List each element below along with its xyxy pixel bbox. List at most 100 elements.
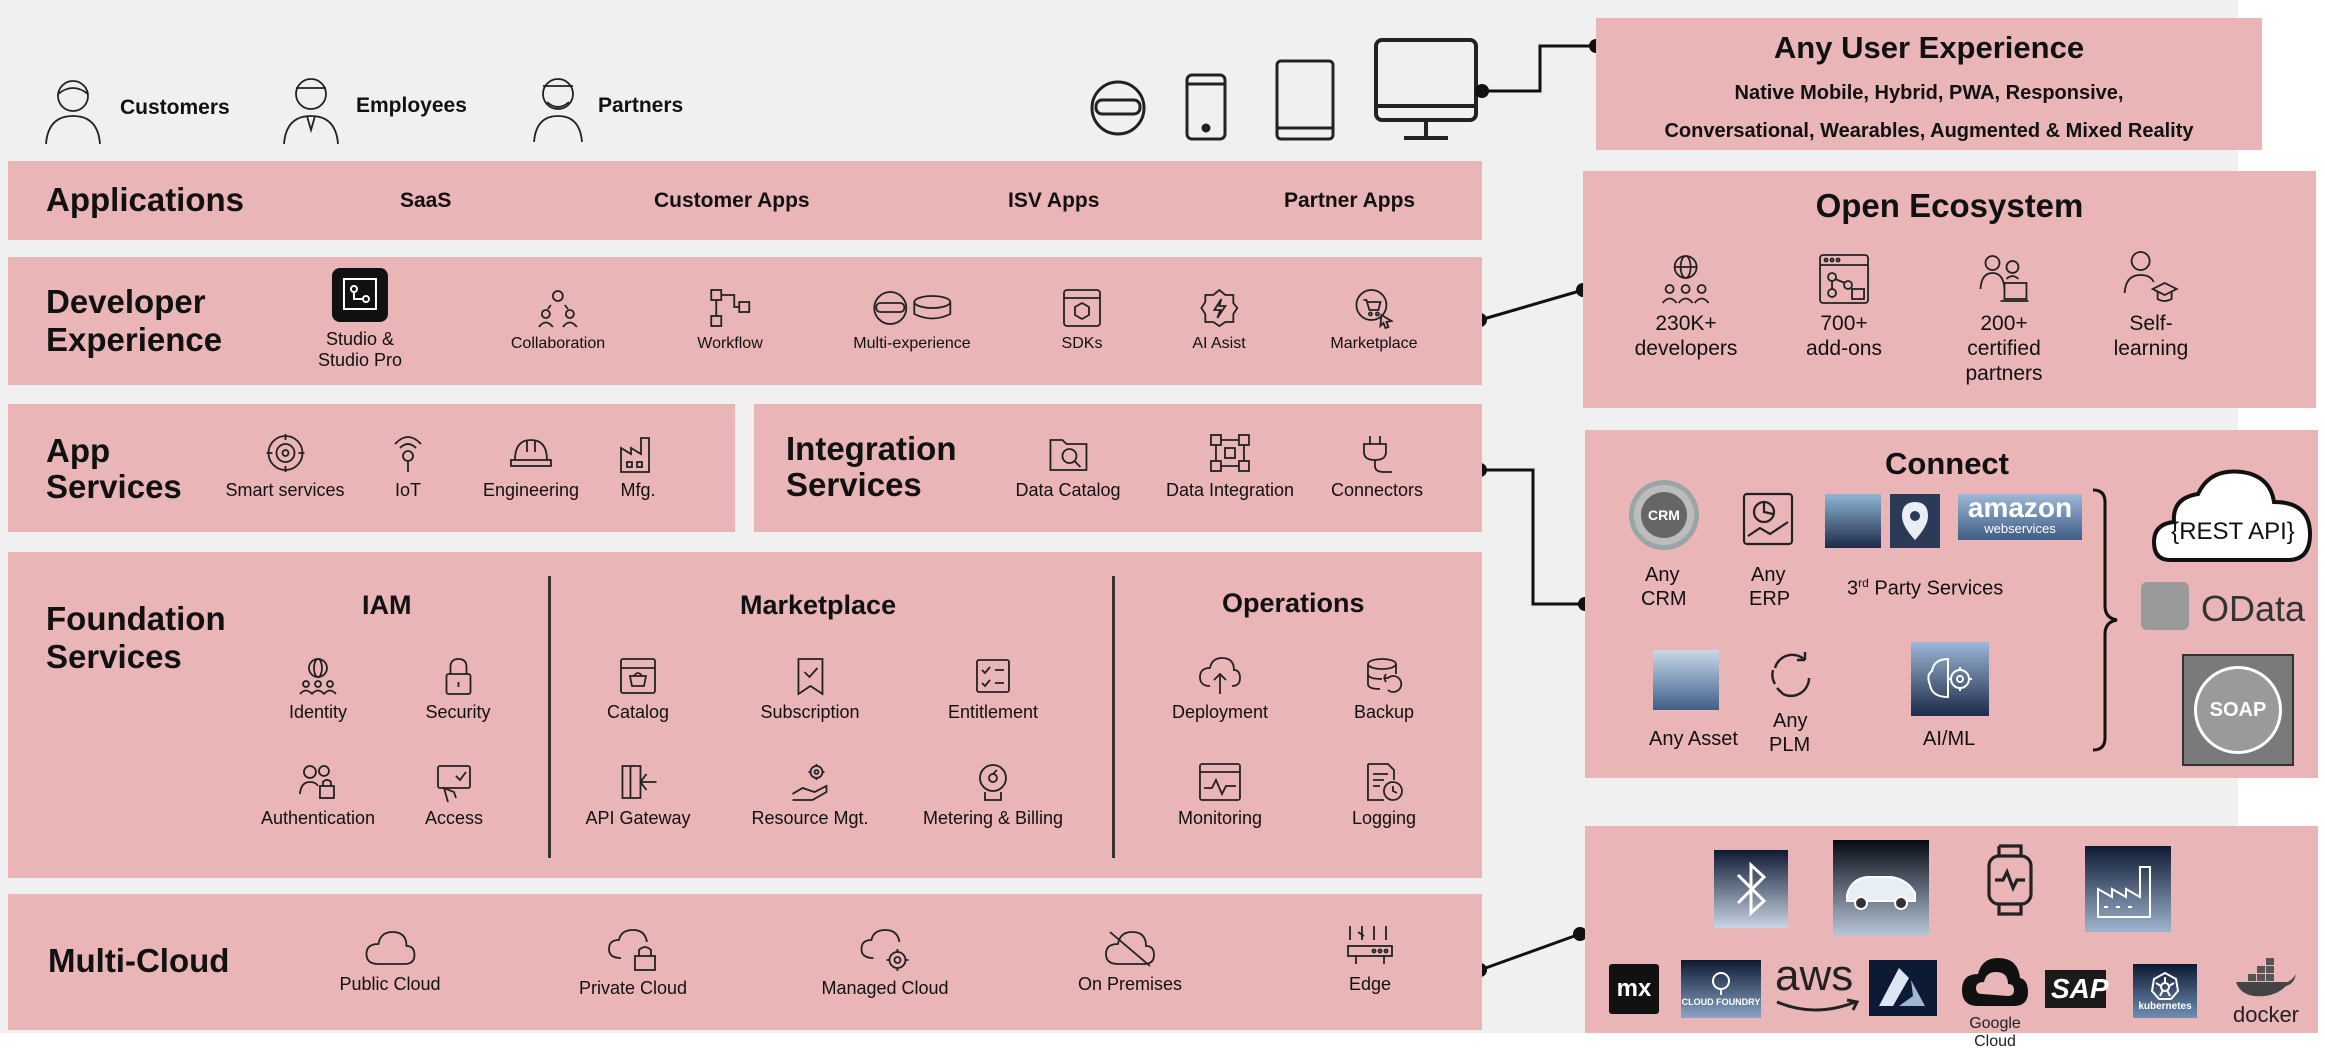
int-connectors: Connectors <box>1331 432 1423 501</box>
connectors-icon <box>1363 436 1392 473</box>
workflow-icon <box>710 289 750 327</box>
applications-panel: Applications SaaS Customer Apps ISV Apps… <box>8 161 1482 240</box>
mc-private-cloud: Private Cloud <box>579 928 687 999</box>
eco-addons-l1: 700+ <box>1820 312 1868 335</box>
ops-logging: Logging <box>1352 762 1416 829</box>
manufacturing-icon <box>620 437 650 473</box>
amazon-webservices-logo: amazon webservices <box>1958 494 2082 540</box>
mkt-api-gateway-label: API Gateway <box>585 808 691 828</box>
eco-self-l2: learning <box>2113 337 2189 360</box>
appsvc-iot-label: IoT <box>394 480 421 500</box>
asset-robot-logo <box>1653 650 1719 710</box>
marketplace-icon <box>1355 289 1394 329</box>
any-plm-l1: Any <box>1773 710 1808 732</box>
soap-globe: SOAP <box>2194 666 2282 754</box>
ops-deployment-label: Deployment <box>1171 702 1269 722</box>
app-isv-apps: ISV Apps <box>1008 189 1100 212</box>
foundation-title-line2: Services <box>46 638 182 675</box>
mkt-resource-mgt: Resource Mgt. <box>751 762 869 829</box>
iam-access: Access <box>425 762 483 829</box>
any-plm-l2: PLM <box>1769 734 1811 756</box>
mc-private-cloud-label: Private Cloud <box>578 978 688 998</box>
car-icon <box>1846 876 1916 910</box>
authentication-icon <box>299 765 335 799</box>
deployment-icon <box>1199 657 1241 694</box>
int-data-integration-label: Data Integration <box>1165 480 1295 500</box>
ops-monitoring: Monitoring <box>1178 762 1262 829</box>
addons-icon <box>1819 254 1869 304</box>
rest-cloud-icon <box>2151 469 2313 562</box>
any-crm-l2: CRM <box>1641 588 1687 610</box>
cloud-foundry-logo: CLOUD FOUNDRY <box>1681 960 1761 1018</box>
factory-icon <box>2097 866 2151 918</box>
marketplace-title: Marketplace <box>740 590 897 620</box>
developers-globe-icon <box>1662 255 1710 304</box>
third-party-3: 3 <box>1847 577 1859 600</box>
any-crm-l1: Any <box>1645 564 1680 586</box>
certified-partners-icon <box>1979 255 2028 302</box>
iot-icon <box>394 436 422 472</box>
studio-icon <box>332 268 388 322</box>
erp-icon <box>1742 492 1794 546</box>
factory-logo <box>2085 846 2171 932</box>
appsvc-mfg: Mfg. <box>617 432 659 501</box>
developer-experience-panel: Developer Experience Studio & Studio Pro… <box>8 257 1482 385</box>
docker-logo: docker <box>2221 958 2311 1030</box>
marketplace-divider <box>1112 576 1115 858</box>
ai-icon <box>1199 288 1239 328</box>
iam-security: Security <box>425 656 491 723</box>
int-connectors-label: Connectors <box>1330 480 1424 500</box>
sap-logo: SAP <box>2045 970 2121 1008</box>
mkt-api-gateway: API Gateway <box>585 762 691 829</box>
monitoring-icon <box>1199 763 1241 801</box>
metering-billing-icon <box>979 764 1007 801</box>
any-asset-label: Any Asset <box>1649 728 1738 750</box>
appsvc-mfg-label: Mfg. <box>620 480 656 500</box>
mx-logo: mx <box>1609 964 1659 1014</box>
iam-title: IAM <box>362 590 412 620</box>
foundation-title-line1: Foundation <box>46 600 226 637</box>
integration-title-line2: Services <box>786 466 922 503</box>
iam-security-label: Security <box>425 702 491 722</box>
multi-cloud-panel: Multi-Cloud Public Cloud Private Cloud M… <box>8 894 1482 1030</box>
int-data-integration: Data Integration <box>1166 432 1294 501</box>
eco-certified-partners: 200+ certified partners <box>1965 253 2043 386</box>
odata-logo: OData <box>2141 582 2311 632</box>
google-cloud-logo: Google Cloud <box>1947 954 2043 1050</box>
ops-logging-label: Logging <box>1351 808 1417 828</box>
aws-smile-icon <box>1776 998 1860 1012</box>
engineering-icon <box>510 439 552 467</box>
app-partner-apps: Partner Apps <box>1284 189 1416 212</box>
iam-access-label: Access <box>424 808 484 828</box>
eco-developers-l2: developers <box>1634 337 1738 360</box>
smartwatch-icon <box>1987 844 2033 916</box>
rest-api-cloud: {REST API} <box>2150 464 2316 564</box>
mkt-metering-billing: Metering & Billing <box>923 762 1063 829</box>
app-services-title-line2: Services <box>46 468 182 505</box>
iam-authentication-label: Authentication <box>260 808 376 828</box>
entitlement-icon <box>976 659 1010 693</box>
eco-developers: 230K+ developers <box>1634 253 1738 361</box>
devx-sdks-label: SDKs <box>1061 335 1103 352</box>
amazon-text: amazon <box>1967 492 2073 523</box>
mkt-subscription-label: Subscription <box>760 702 860 722</box>
app-services-panel: App Services Smart services IoT Engineer… <box>8 404 735 532</box>
devx-marketplace-label: Marketplace <box>1330 335 1418 352</box>
cloud-foundry-mark <box>1712 972 1730 995</box>
eco-addons-l2: add-ons <box>1806 337 1882 360</box>
int-data-catalog-label: Data Catalog <box>1015 480 1121 500</box>
ops-backup-label: Backup <box>1353 702 1415 722</box>
aws-logo: aws <box>1775 954 1865 1024</box>
appsvc-smart-label: Smart services <box>225 480 345 500</box>
mc-edge: Edge <box>1346 924 1394 995</box>
connect-panel: Connect CRM Any CRM Any ERP amazon webse… <box>1585 430 2318 778</box>
open-ecosystem-panel: Open Ecosystem 230K+ developers 700+ add… <box>1583 171 2316 408</box>
app-saas: SaaS <box>400 189 452 212</box>
third-party-rest: Party Services <box>1868 577 2004 600</box>
mkt-catalog: Catalog <box>607 656 669 723</box>
appsvc-engineering-label: Engineering <box>482 480 580 500</box>
odata-label: OData <box>2201 588 2306 629</box>
iam-authentication: Authentication <box>261 762 375 829</box>
identity-icon <box>299 658 337 695</box>
iam-identity: Identity <box>289 656 347 723</box>
